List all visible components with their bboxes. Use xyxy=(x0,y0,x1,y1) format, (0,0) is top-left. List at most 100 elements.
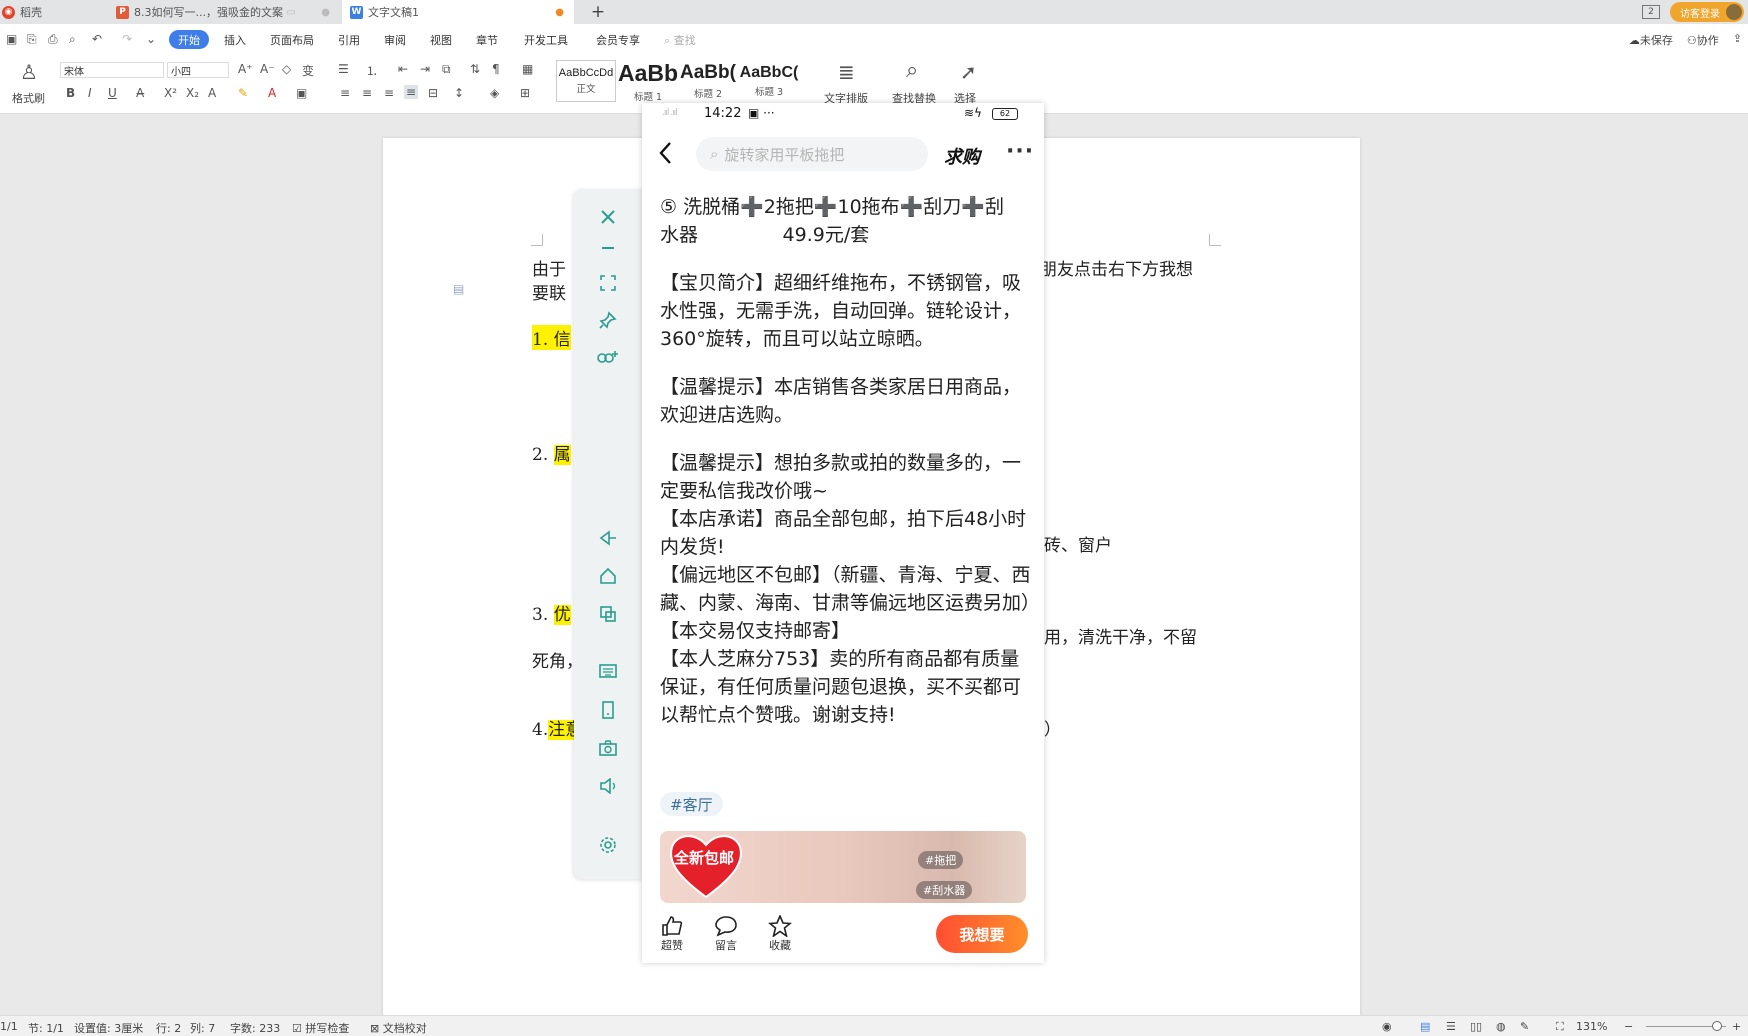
bold-icon[interactable]: B xyxy=(66,86,75,100)
subscript-icon[interactable]: X₂ xyxy=(186,86,199,100)
distribute-icon[interactable]: ⊟ xyxy=(428,86,438,100)
align-left-icon[interactable]: ≡ xyxy=(340,86,350,100)
close-mirror-button[interactable] xyxy=(596,205,620,229)
redo-icon[interactable]: ↷ xyxy=(122,32,132,46)
new-tab-button[interactable]: + xyxy=(588,0,608,24)
eye-protection-icon[interactable]: ◉ xyxy=(1382,1020,1392,1033)
paragraph-marker-icon[interactable]: ▤ xyxy=(453,282,464,296)
want-button[interactable]: 我想要 xyxy=(936,915,1028,953)
buy-request-link[interactable]: 求购 xyxy=(944,143,980,169)
setting-value[interactable]: 设置值: 3厘米 xyxy=(74,1020,143,1036)
print-preview-icon[interactable]: ⌕ xyxy=(69,32,76,47)
fullscreen-button[interactable] xyxy=(596,271,620,295)
share-icon[interactable]: ⇪ xyxy=(1733,32,1742,48)
format-icon[interactable]: ⎘ xyxy=(27,32,37,47)
phone-search-input[interactable]: ⌕ 旋转家用平板拖把 xyxy=(696,137,928,171)
guest-login-button[interactable]: 访客登录 xyxy=(1670,2,1744,22)
minimize-mirror-button[interactable] xyxy=(596,236,620,260)
highlight-icon[interactable]: ✎ xyxy=(238,86,248,100)
decrease-indent-icon[interactable]: ⇤ xyxy=(398,62,408,76)
page-view-icon[interactable]: ▤ xyxy=(1420,1020,1430,1033)
style-heading-2[interactable]: AaBb( 标题 2 xyxy=(680,60,736,102)
select-cursor-icon[interactable]: ➚ xyxy=(960,60,977,84)
text-effect-icon[interactable]: A xyxy=(208,86,216,100)
screenshot-button[interactable] xyxy=(596,736,620,760)
unsaved-dot-icon[interactable]: ● xyxy=(555,7,564,18)
chinese-layout-icon[interactable]: ⧉ xyxy=(442,62,451,77)
topic-tag[interactable]: #客厅 xyxy=(660,792,723,816)
unsaved-cloud-button[interactable]: ☁未保存 xyxy=(1629,32,1673,48)
align-center-icon[interactable]: ≡ xyxy=(362,86,372,100)
menu-member[interactable]: 会员专享 xyxy=(596,32,640,48)
bullet-list-icon[interactable]: ☰ xyxy=(338,62,349,76)
align-right-icon[interactable]: ≡ xyxy=(384,86,394,100)
table-icon[interactable]: ▦ xyxy=(522,62,533,76)
proofread-button[interactable]: ⊠ 文档校对 xyxy=(370,1020,427,1036)
show-marks-icon[interactable]: ¶ xyxy=(492,62,500,76)
save-icon[interactable]: ▣ xyxy=(6,32,17,46)
menu-chapter[interactable]: 章节 xyxy=(476,32,498,48)
outline-view-icon[interactable]: ☰ xyxy=(1446,1020,1456,1033)
tab-presentation[interactable]: P 8.3如何写一...，强吸金的文案 ▭ ● xyxy=(110,0,340,24)
print-icon[interactable]: ⎙ xyxy=(48,32,58,47)
superscript-icon[interactable]: X² xyxy=(164,86,177,100)
rotate-screen-button[interactable] xyxy=(596,698,620,722)
comment-button[interactable]: 留言 xyxy=(706,915,746,953)
collab-button[interactable]: ⚇协作 xyxy=(1687,32,1719,48)
menu-insert[interactable]: 插入 xyxy=(224,32,246,48)
underline-icon[interactable]: U xyxy=(108,86,117,100)
char-border-icon[interactable]: ▣ xyxy=(296,86,307,100)
recent-apps-button[interactable] xyxy=(596,602,620,626)
back-button[interactable] xyxy=(596,526,620,550)
menu-developer[interactable]: 开发工具 xyxy=(524,32,568,48)
tab-dot-icon[interactable]: ● xyxy=(321,7,330,18)
strikethrough-icon[interactable]: A̶ xyxy=(136,86,144,100)
format-painter-icon[interactable]: ♙ xyxy=(20,60,38,84)
font-size-select[interactable]: 小四 xyxy=(167,62,229,78)
zoom-in-icon[interactable]: + xyxy=(1732,1020,1741,1033)
fit-page-icon[interactable]: ⛶ xyxy=(1556,1020,1564,1034)
style-heading-1[interactable]: AaBb 标题 1 xyxy=(618,60,678,103)
clear-format-icon[interactable]: ◇ xyxy=(282,62,291,76)
web-view-icon[interactable]: ◍ xyxy=(1496,1020,1506,1033)
back-button[interactable] xyxy=(656,139,676,170)
style-heading-3[interactable]: AaBbC( 标题 3 xyxy=(738,60,800,102)
home-button[interactable] xyxy=(596,564,620,588)
zoom-out-icon[interactable]: − xyxy=(1624,1020,1633,1033)
borders-icon[interactable]: ⊞ xyxy=(520,86,530,100)
shrink-font-icon[interactable]: A⁻ xyxy=(260,62,275,76)
tab-document[interactable]: W 文字文稿1 ● xyxy=(342,0,574,24)
window-count-badge[interactable]: 2 xyxy=(1642,5,1660,19)
menu-view[interactable]: 视图 xyxy=(430,32,452,48)
font-color-icon[interactable]: A xyxy=(268,86,276,100)
justify-icon[interactable]: ≡ xyxy=(404,85,419,99)
menu-search[interactable]: ⌕ 查找 xyxy=(664,32,696,48)
undo-icon[interactable]: ↶ xyxy=(92,32,102,46)
customize-icon[interactable]: ⌄ xyxy=(146,32,156,46)
section-indicator[interactable]: 节: 1/1 xyxy=(28,1020,64,1036)
tab-window-icon[interactable]: ▭ xyxy=(287,7,296,18)
menu-reference[interactable]: 引用 xyxy=(338,32,360,48)
format-painter-label[interactable]: 格式刷 xyxy=(12,90,45,106)
increase-indent-icon[interactable]: ⇥ xyxy=(420,62,430,76)
reading-view-icon[interactable]: ▯▯ xyxy=(1470,1020,1482,1033)
phonetic-icon[interactable]: 变 xyxy=(302,62,314,79)
font-name-select[interactable]: 宋体 xyxy=(60,62,164,78)
numbered-list-icon[interactable]: ⒈ xyxy=(366,62,378,79)
settings-button[interactable] xyxy=(596,833,620,857)
line-spacing-icon[interactable]: ↕ xyxy=(454,86,464,100)
favorite-button[interactable]: 收藏 xyxy=(760,915,800,953)
connect-button[interactable] xyxy=(596,345,620,369)
pin-button[interactable] xyxy=(596,308,620,332)
shading-icon[interactable]: ◈ xyxy=(490,86,499,100)
menu-start[interactable]: 开始 xyxy=(169,30,209,49)
writing-mode-icon[interactable]: ✎ xyxy=(1520,1020,1529,1033)
italic-icon[interactable]: I xyxy=(88,86,92,100)
more-icon[interactable]: ··· xyxy=(1006,139,1034,164)
find-icon[interactable]: ⌕ xyxy=(906,58,918,83)
menu-review[interactable]: 审阅 xyxy=(384,32,406,48)
tab-docer[interactable]: ◉ 稻壳 xyxy=(0,0,110,24)
menu-page-layout[interactable]: 页面布局 xyxy=(270,32,314,48)
page-indicator[interactable]: 1/1 xyxy=(0,1020,18,1033)
grow-font-icon[interactable]: A⁺ xyxy=(238,62,253,76)
